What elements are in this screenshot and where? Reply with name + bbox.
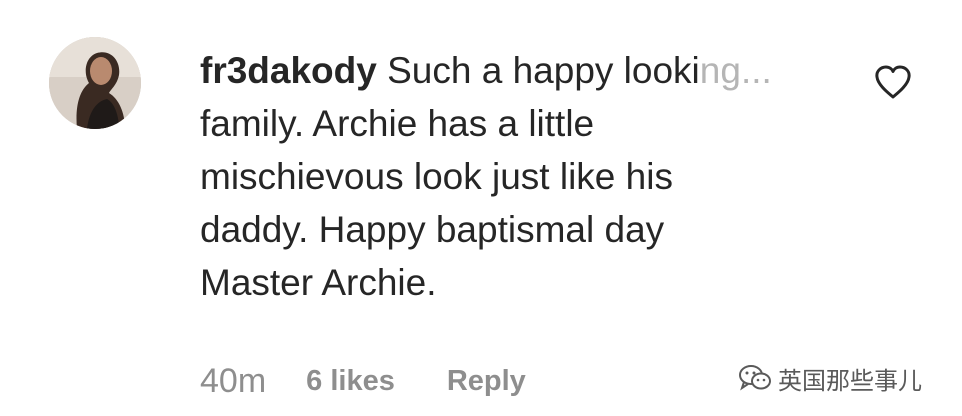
reply-button[interactable]: Reply bbox=[447, 365, 526, 398]
watermark-text: 英国那些事儿 bbox=[778, 366, 922, 395]
comment-text-start: Such a happy looki bbox=[387, 50, 700, 91]
comment-text: fr3dakody Such a happy looking... family… bbox=[200, 44, 860, 309]
like-button[interactable] bbox=[874, 64, 912, 100]
comment-username[interactable]: fr3dakody bbox=[200, 50, 377, 91]
likes-count-button[interactable]: 6 likes bbox=[306, 365, 395, 398]
comment-meta: 40m 6 likes Reply bbox=[200, 356, 526, 406]
comment-item: fr3dakody Such a happy looking... family… bbox=[0, 0, 962, 416]
comment-timestamp[interactable]: 40m bbox=[200, 362, 266, 401]
comment-text-truncated: ng... bbox=[699, 50, 772, 91]
comment-first-line: fr3dakody Such a happy looking... bbox=[200, 44, 860, 97]
comment-text-line: mischievous look just like his bbox=[200, 156, 673, 197]
heart-outline-icon bbox=[875, 65, 911, 99]
comment-text-line: Master Archie. bbox=[200, 262, 437, 303]
wechat-icon bbox=[739, 365, 771, 391]
watermark: 英国那些事儿 bbox=[738, 360, 922, 396]
user-avatar[interactable] bbox=[49, 37, 141, 129]
comment-text-line: daddy. Happy baptismal day bbox=[200, 209, 665, 250]
avatar-photo-icon bbox=[49, 37, 141, 129]
comment-text-line: family. Archie has a little bbox=[200, 103, 595, 144]
